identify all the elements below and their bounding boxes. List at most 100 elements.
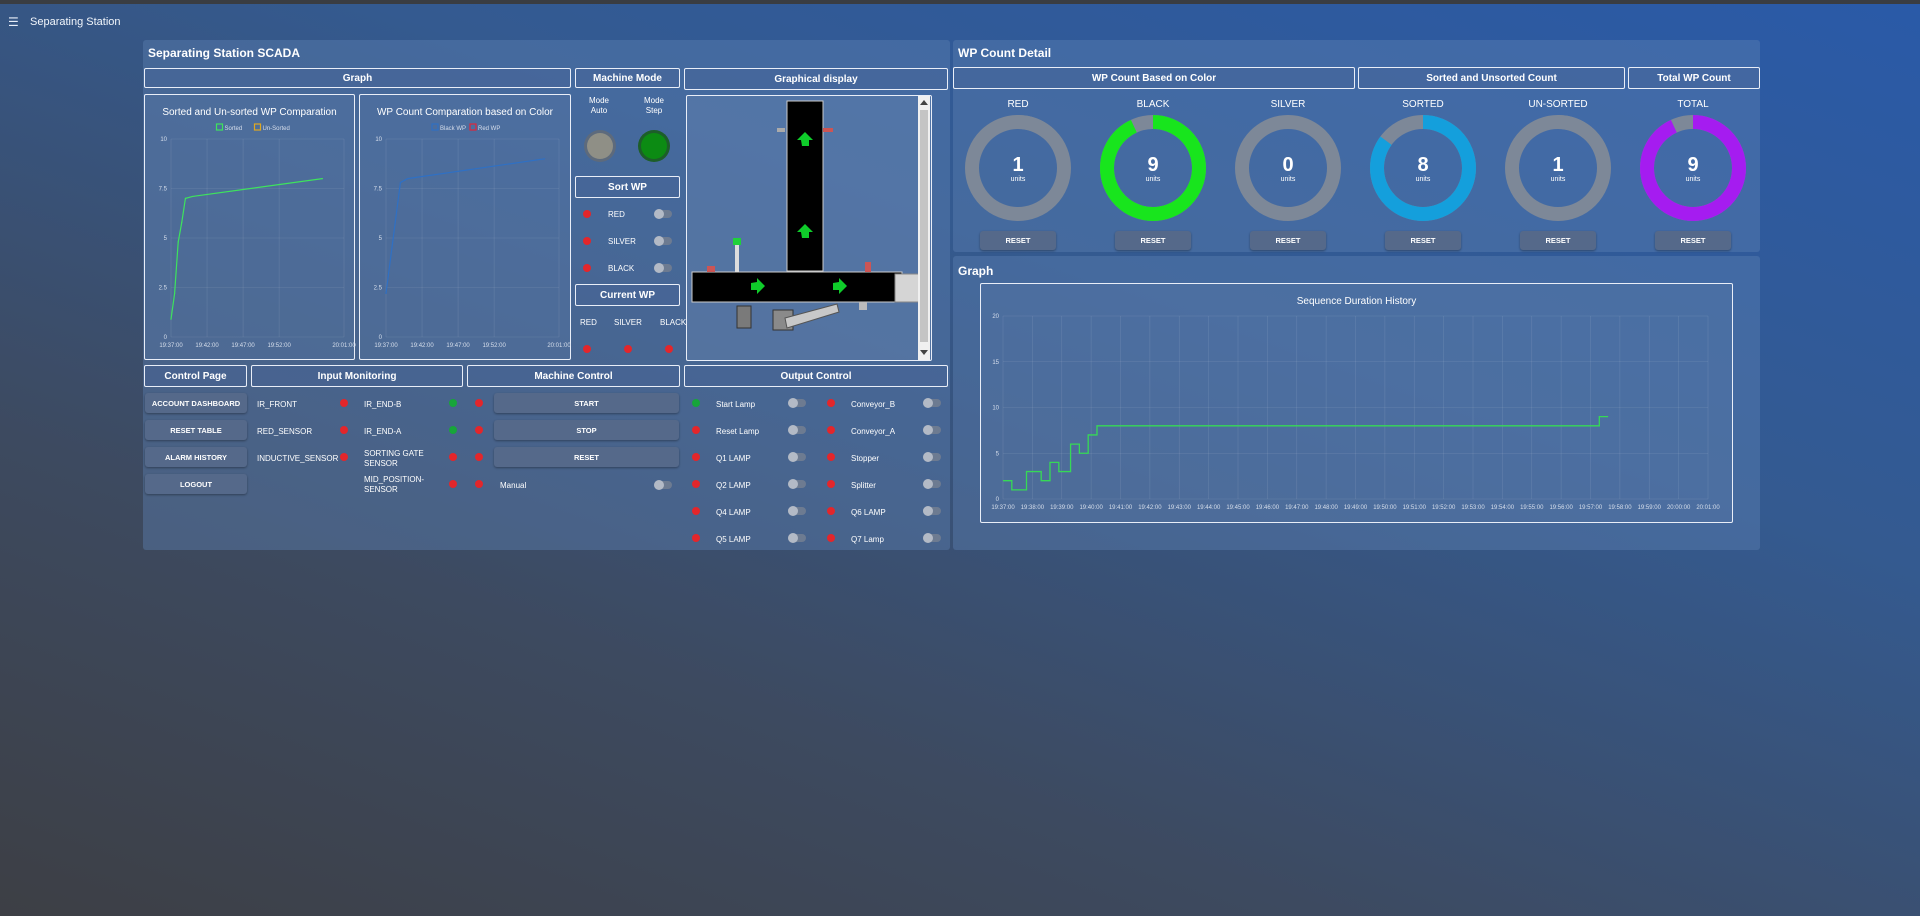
output-start-lamp-toggle[interactable]	[788, 398, 806, 408]
output-q1-lamp-label: Q1 LAMP	[716, 454, 751, 463]
series-line	[170, 178, 323, 320]
x-tick-label: 19:37:00	[374, 343, 398, 349]
output-start-lamp-label: Start Lamp	[716, 400, 756, 409]
graph-panel-title: Graph	[958, 264, 994, 278]
gauge-reset-button[interactable]: RESET	[1385, 231, 1461, 250]
start-button[interactable]: START	[494, 393, 679, 413]
scroll-thumb[interactable]	[920, 110, 928, 342]
output-q5-lamp-toggle[interactable]	[788, 533, 806, 543]
sorted-count-header: Sorted and Unsorted Count	[1358, 67, 1625, 89]
graphical-display	[686, 95, 932, 361]
input-red-sensor-status	[340, 426, 348, 434]
gauge-reset-button[interactable]: RESET	[1520, 231, 1596, 250]
output-splitter-status	[827, 480, 835, 488]
display-scrollbar[interactable]	[918, 96, 930, 360]
graphical-display-header: Graphical display	[684, 68, 948, 90]
data-point	[399, 181, 402, 184]
gauge-reset-button[interactable]: RESET	[1115, 231, 1191, 250]
sort-black-toggle[interactable]	[654, 263, 672, 273]
legend-label: Black WP	[440, 126, 466, 132]
output-splitter-toggle[interactable]	[923, 479, 941, 489]
account-dashboard-button[interactable]: ACCOUNT DASHBOARD	[145, 393, 247, 413]
output-q4-lamp-toggle[interactable]	[788, 506, 806, 516]
gauge-unit: units	[1415, 176, 1431, 183]
legend-label: Sorted	[225, 126, 243, 132]
x-tick-label: 19:37:00	[159, 343, 183, 349]
output-q1-lamp-toggle[interactable]	[788, 452, 806, 462]
y-tick-label: 5	[164, 236, 168, 242]
mode-step-label: Mode Step	[643, 96, 664, 115]
mode-auto-indicator[interactable]	[587, 133, 613, 159]
legend-swatch	[215, 123, 224, 131]
gauge-value: 1	[1552, 154, 1564, 176]
output-q6-lamp-toggle[interactable]	[923, 506, 941, 516]
data-point	[174, 292, 176, 295]
input-ir-end-b-status2	[475, 399, 483, 407]
sort-silver-label: SILVER	[608, 237, 636, 246]
sequence-duration-chart: Sequence Duration History 20 15 10 5 0 19:37:…	[980, 283, 1733, 523]
gauge-reset-button[interactable]: RESET	[1655, 231, 1731, 250]
output-stopper-toggle[interactable]	[923, 452, 941, 462]
gauge-value: 9	[1147, 154, 1159, 176]
alarm-history-button[interactable]: ALARM HISTORY	[145, 447, 247, 467]
x-tick-label: 19:49:00	[1344, 505, 1368, 511]
current-red-status	[583, 345, 591, 353]
output-start-lamp-status	[692, 399, 700, 407]
output-conveyor-a-toggle[interactable]	[923, 425, 941, 435]
sort-black-status	[583, 264, 591, 272]
output-q2-lamp-toggle[interactable]	[788, 479, 806, 489]
data-point	[170, 318, 172, 320]
gauge-reset-button[interactable]: RESET	[980, 231, 1056, 250]
gauge-value: 9	[1687, 154, 1699, 176]
mode-step-indicator[interactable]	[641, 133, 667, 159]
graph-header: Graph	[144, 68, 571, 88]
x-tick-label: 19:42:00	[195, 343, 219, 349]
output-q6-lamp-status	[827, 507, 835, 515]
output-conveyor-b-toggle[interactable]	[923, 398, 941, 408]
output-q1-lamp-status	[692, 453, 700, 461]
output-conveyor-b-status	[827, 399, 835, 407]
gauge-label: TOTAL	[1677, 99, 1709, 110]
sort-silver-toggle[interactable]	[654, 236, 672, 246]
output-control-header: Output Control	[684, 365, 948, 387]
data-point	[184, 197, 187, 199]
app-bar: ☰ Separating Station	[0, 14, 121, 30]
gauge-unit: units	[1685, 176, 1701, 183]
x-tick-label: 19:41:00	[1109, 505, 1133, 511]
manual-label: Manual	[500, 481, 527, 490]
y-tick-label: 0	[164, 335, 168, 341]
current-silver-label: SILVER	[614, 318, 642, 327]
reset-table-button[interactable]: RESET TABLE	[145, 420, 247, 440]
data-point	[177, 241, 179, 243]
legend-swatch	[431, 123, 439, 131]
gauge-label: RED	[1007, 99, 1029, 110]
output-q7-lamp-toggle[interactable]	[923, 533, 941, 543]
input-red-sensor-label: RED_SENSOR	[257, 427, 313, 436]
data-point	[543, 158, 546, 160]
x-tick-label: 20:01:00	[1696, 505, 1720, 511]
x-tick-label: 19:47:00	[231, 343, 255, 349]
x-tick-label: 19:37:00	[991, 505, 1015, 511]
scada-title: Separating Station SCADA	[148, 46, 301, 60]
reset-button[interactable]: RESET	[494, 447, 679, 467]
y-tick-label: 15	[992, 360, 999, 366]
input-inductive-sensor-status	[340, 453, 348, 461]
gauge-reset-button[interactable]: RESET	[1250, 231, 1326, 250]
gauge-label: UN-SORTED	[1528, 99, 1588, 110]
hamburger-menu-icon[interactable]: ☰	[8, 16, 22, 28]
current-red-label: RED	[580, 318, 597, 327]
scroll-up-icon[interactable]	[920, 100, 928, 105]
sort-red-toggle[interactable]	[654, 209, 672, 219]
stop-button[interactable]: STOP	[494, 420, 679, 440]
gauge-value: 1	[1012, 154, 1024, 176]
manual-toggle[interactable]	[654, 480, 672, 490]
output-q4-lamp-label: Q4 LAMP	[716, 508, 751, 517]
output-q5-lamp-label: Q5 LAMP	[716, 535, 751, 544]
output-reset-lamp-toggle[interactable]	[788, 425, 806, 435]
input-sorting-gate-status1	[449, 453, 457, 461]
scroll-down-icon[interactable]	[920, 350, 928, 355]
y-tick-label: 10	[375, 137, 382, 143]
x-tick-label: 19:56:00	[1549, 505, 1573, 511]
logout-button[interactable]: LOGOUT	[145, 474, 247, 494]
sorted-comparison-chart: Sorted and Un-sorted WP Comparation Sort…	[144, 94, 356, 360]
